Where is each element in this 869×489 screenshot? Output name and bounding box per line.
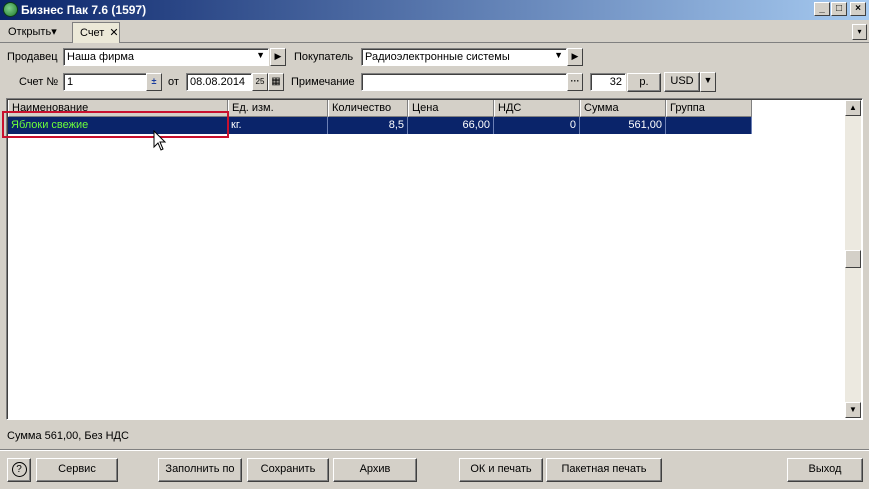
currency-select[interactable]: USD <box>664 72 700 92</box>
chevron-down-icon: ▾ <box>51 26 57 38</box>
exit-button[interactable]: Выход <box>787 458 863 482</box>
calendar-icon[interactable]: ▦ <box>268 73 284 91</box>
tab-bar: Открыть▾ Счет ✕ ▾ <box>0 21 869 43</box>
buyer-label: Покупатель <box>294 51 354 63</box>
column-header[interactable]: Цена <box>408 100 494 117</box>
number-field[interactable]: 32 <box>590 73 626 91</box>
cell-group[interactable] <box>666 117 752 134</box>
invoice-number-label: Счет № <box>19 76 59 88</box>
status-text: Сумма 561,00, Без НДС <box>7 430 129 442</box>
divider <box>0 449 869 451</box>
column-header[interactable]: Ед. изм. <box>228 100 328 117</box>
buyer-value: Радиоэлектронные системы <box>365 51 510 63</box>
seller-value: Наша фирма <box>67 51 135 63</box>
cell-qty[interactable]: 8,5 <box>328 117 408 134</box>
cell-vat[interactable]: 0 <box>494 117 580 134</box>
seller-select[interactable]: Наша фирма ▼ <box>63 48 269 66</box>
scroll-down-icon[interactable]: ▼ <box>845 402 861 418</box>
minimize-button[interactable]: _ <box>814 2 830 16</box>
ok-print-button[interactable]: ОК и печать <box>459 458 543 482</box>
open-menu-label: Открыть <box>8 26 52 38</box>
mouse-cursor-icon <box>153 130 167 151</box>
from-label: от <box>168 76 179 88</box>
cell-unit[interactable]: кг. <box>228 117 328 134</box>
archive-button[interactable]: Архив <box>333 458 417 482</box>
tabs-menu-button[interactable]: ▾ <box>852 24 867 40</box>
tab-invoice[interactable]: Счет ✕ <box>72 22 120 43</box>
invoice-number-input[interactable]: 1 <box>63 73 147 91</box>
maximize-button[interactable]: □ <box>831 2 847 16</box>
open-menu-button[interactable]: Открыть▾ <box>4 24 61 41</box>
currency-short-label: р. <box>627 73 661 92</box>
date-input[interactable]: 08.08.2014 <box>186 73 252 91</box>
chevron-down-icon[interactable]: ▼ <box>256 50 265 60</box>
cell-sum[interactable]: 561,00 <box>580 117 666 134</box>
note-label: Примечание <box>291 76 355 88</box>
column-header[interactable]: Группа <box>666 100 752 117</box>
window-title: Бизнес Пак 7.6 (1597) <box>21 3 147 17</box>
cell-price[interactable]: 66,00 <box>408 117 494 134</box>
chevron-down-icon[interactable]: ▼ <box>700 72 716 92</box>
help-button[interactable]: ? <box>7 458 31 482</box>
close-tab-icon[interactable]: ✕ <box>109 27 118 39</box>
buyer-open-button[interactable]: ▶ <box>567 48 583 66</box>
next-number-button[interactable]: ± <box>146 73 162 91</box>
fill-by-button[interactable]: Заполнить по <box>158 458 242 482</box>
batch-print-button[interactable]: Пакетная печать <box>546 458 662 482</box>
date-spin-icon[interactable]: 25 <box>252 73 268 91</box>
column-header[interactable]: Сумма <box>580 100 666 117</box>
column-header[interactable]: НДС <box>494 100 580 117</box>
seller-label: Продавец <box>7 51 58 63</box>
seller-open-button[interactable]: ▶ <box>270 48 286 66</box>
tab-invoice-label: Счет <box>80 27 105 39</box>
scroll-up-icon[interactable]: ▲ <box>845 100 861 116</box>
chevron-down-icon[interactable]: ▼ <box>554 50 563 60</box>
buyer-select[interactable]: Радиоэлектронные системы ▼ <box>361 48 567 66</box>
column-header[interactable]: Количество <box>328 100 408 117</box>
note-more-button[interactable]: ··· <box>567 73 583 91</box>
items-table: Наименование Ед. изм. Количество Цена НД… <box>6 98 863 420</box>
service-button[interactable]: Сервис <box>36 458 118 482</box>
help-icon: ? <box>11 462 27 477</box>
app-logo-icon <box>3 2 18 17</box>
vertical-scrollbar[interactable]: ▲ ▼ <box>845 100 861 418</box>
scroll-thumb[interactable] <box>845 250 861 268</box>
note-input[interactable] <box>361 73 567 91</box>
selection-highlight <box>2 111 229 138</box>
close-button[interactable]: × <box>850 2 866 16</box>
save-button[interactable]: Сохранить <box>247 458 329 482</box>
title-bar: Бизнес Пак 7.6 (1597) _ □ × <box>0 0 869 20</box>
